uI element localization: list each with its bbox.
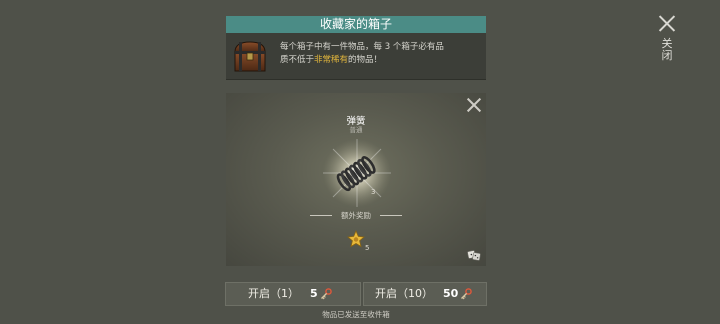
description-line-1: 每个箱子中有一件物品，每 3 个箱子必有品 bbox=[280, 42, 444, 52]
open-1-button[interactable]: 开启（1） 5 bbox=[225, 282, 361, 306]
rarity-highlight: 非常稀有 bbox=[314, 55, 349, 65]
description-prefix: 质不低于 bbox=[280, 55, 315, 65]
box-title: 收藏家的箱子 bbox=[319, 17, 392, 31]
divider-line-right bbox=[380, 215, 402, 216]
description-line-2: 质不低于非常稀有的物品！ bbox=[280, 54, 480, 67]
box-title-bar: 收藏家的箱子 bbox=[226, 16, 486, 33]
bonus-count: 5 bbox=[365, 244, 370, 252]
panel-close-icon[interactable] bbox=[467, 98, 481, 112]
box-description: 每个箱子中有一件物品，每 3 个箱子必有品 质不低于非常稀有的物品！ bbox=[280, 41, 480, 67]
description-suffix: 的物品！ bbox=[348, 55, 383, 65]
reward-item-rarity: 普通 bbox=[349, 126, 363, 134]
treasure-chest-icon bbox=[234, 41, 266, 72]
open-10-price: 50 bbox=[443, 287, 459, 300]
key-icon bbox=[461, 288, 472, 300]
open-10-label: 开启（10） bbox=[375, 287, 433, 300]
bonus-divider: 额外奖励 bbox=[310, 210, 402, 220]
gold-star-icon bbox=[347, 230, 365, 248]
key-icon bbox=[321, 288, 332, 300]
reward-panel: 弹簧 普通 3 额外奖励 5 bbox=[226, 93, 486, 266]
open-1-price: 5 bbox=[310, 287, 318, 300]
close-icon[interactable] bbox=[658, 14, 676, 32]
reward-item-count: 3 bbox=[371, 188, 376, 196]
inbox-notice: 物品已发送至收件箱 bbox=[322, 310, 390, 319]
box-info: 每个箱子中有一件物品，每 3 个箱子必有品 质不低于非常稀有的物品！ bbox=[226, 33, 486, 80]
open-10-button[interactable]: 开启（10） 50 bbox=[363, 282, 487, 306]
dice-icon[interactable] bbox=[467, 247, 481, 261]
close-label[interactable]: 关闭 bbox=[660, 38, 674, 62]
spring-icon bbox=[323, 139, 391, 207]
open-1-label: 开启（1） bbox=[248, 287, 299, 300]
